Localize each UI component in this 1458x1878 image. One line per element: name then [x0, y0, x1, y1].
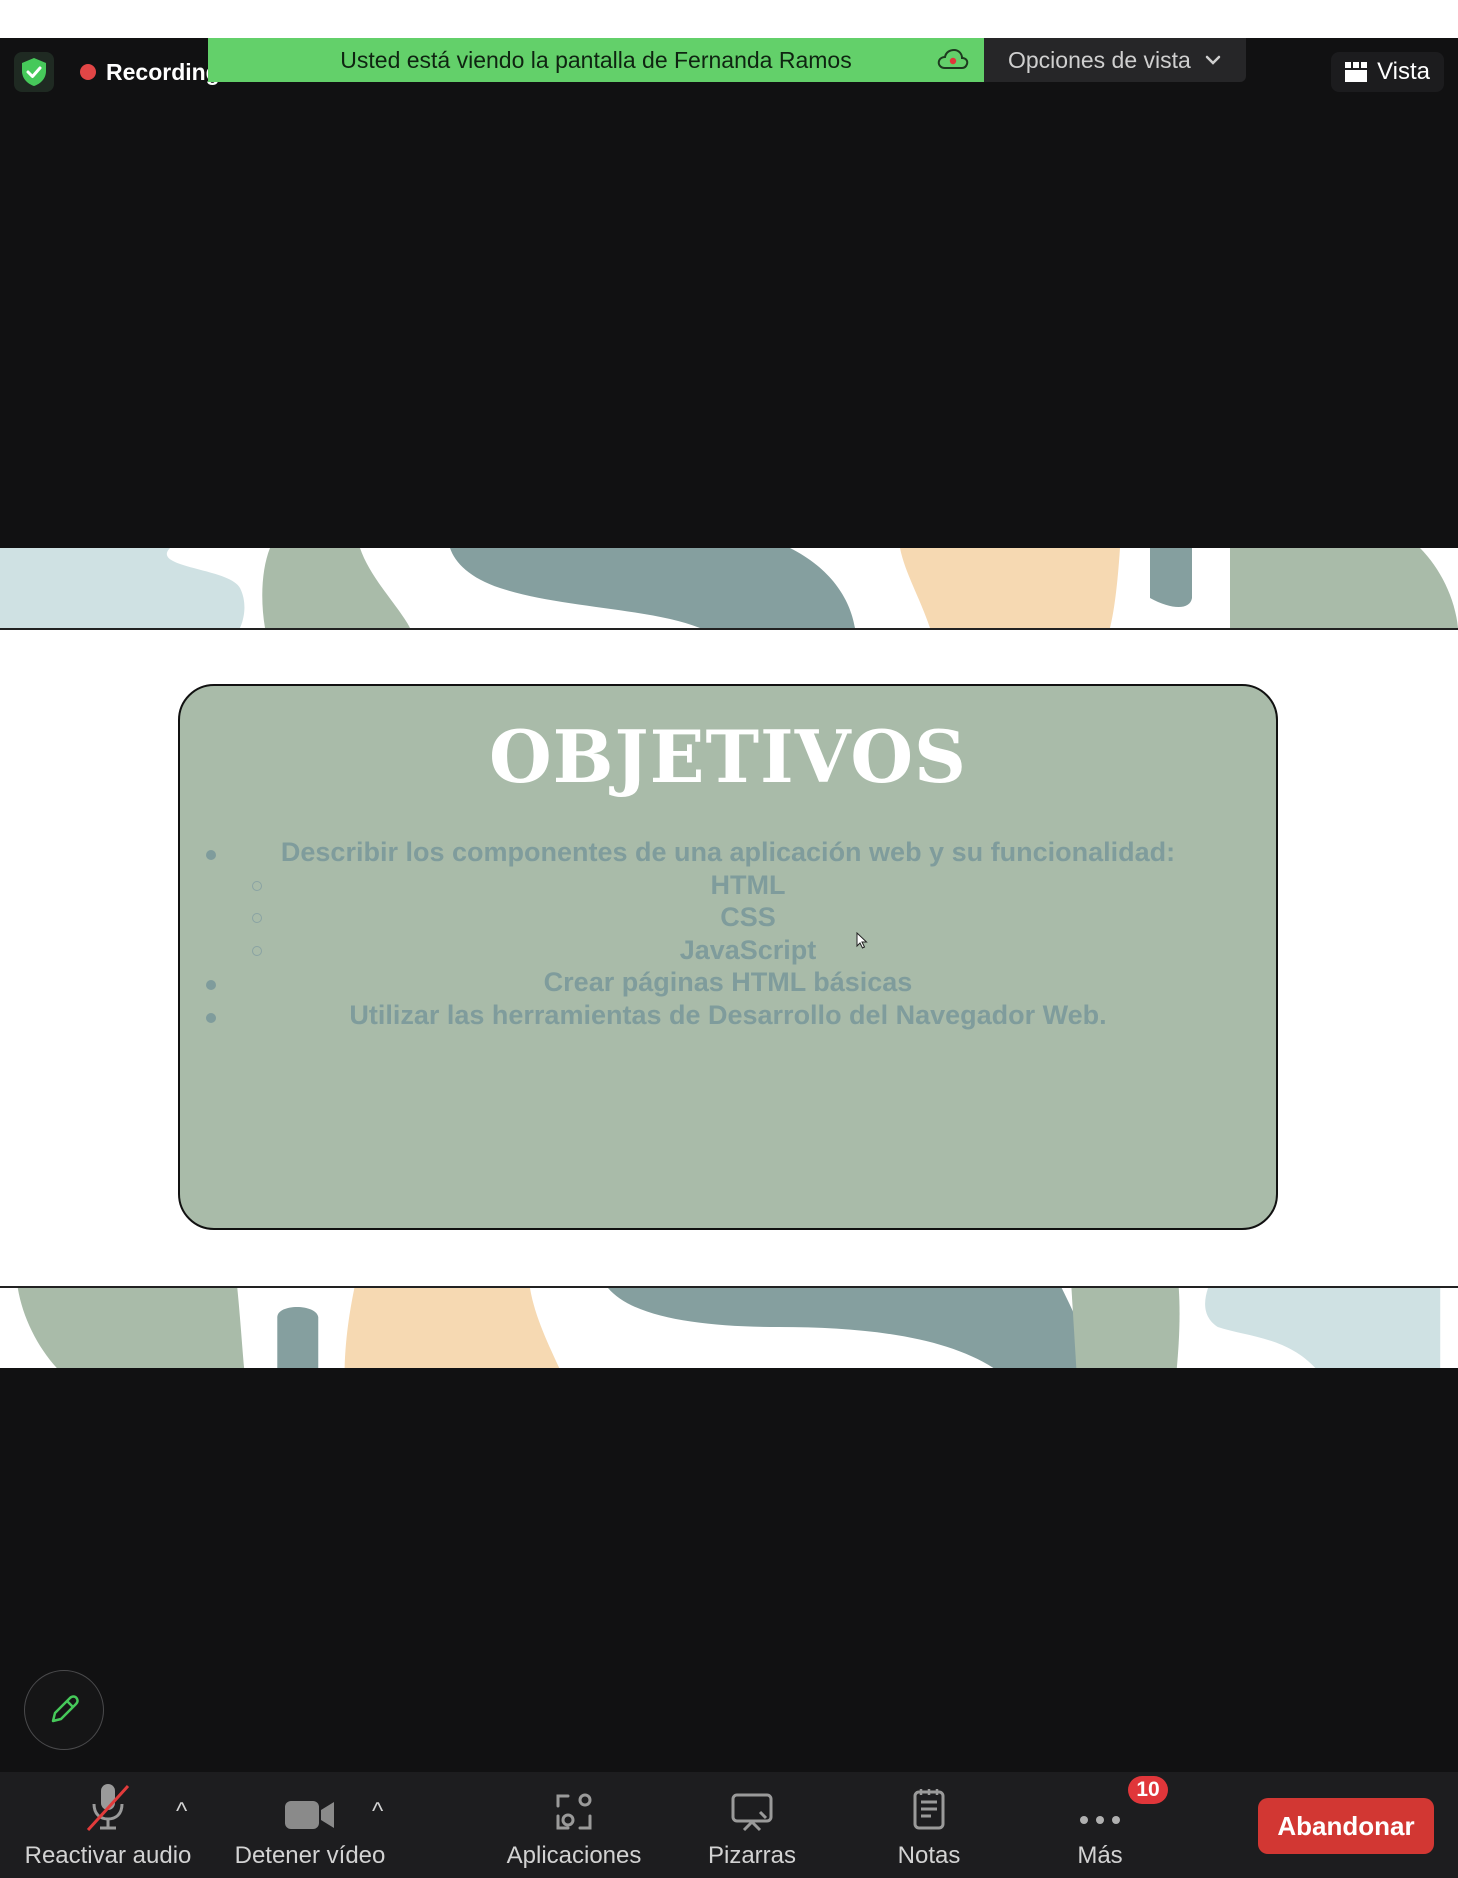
unmute-audio-button[interactable]: Reactivar audio: [18, 1772, 198, 1878]
list-item: Crear páginas HTML básicas: [180, 966, 1276, 999]
grid-icon: [1345, 62, 1368, 82]
annotate-button[interactable]: [24, 1670, 104, 1750]
list-item-text: Utilizar las herramientas de Desarrollo …: [349, 999, 1107, 1030]
shared-slide: OBJETIVOS Describir los componentes de u…: [0, 548, 1458, 1368]
view-options-dropdown[interactable]: Opciones de vista: [984, 38, 1246, 82]
slide-title: OBJETIVOS: [488, 714, 968, 799]
list-item: Utilizar las herramientas de Desarrollo …: [180, 999, 1276, 1032]
top-white-strip: [0, 0, 1458, 38]
sub-bullet-icon: [252, 913, 262, 923]
pencil-icon: [51, 1695, 79, 1723]
chevron-down-icon: [1205, 55, 1221, 65]
microphone-muted-icon: [86, 1784, 130, 1832]
screen-share-banner: Usted está viendo la pantalla de Fernand…: [208, 38, 984, 82]
more-notification-badge: 10: [1128, 1776, 1168, 1804]
security-shield-button[interactable]: [14, 52, 54, 92]
bullet-icon: [206, 980, 216, 990]
view-button-label: Vista: [1377, 58, 1430, 85]
record-dot-icon: [80, 64, 96, 80]
notes-button[interactable]: Notas: [874, 1772, 984, 1878]
list-item-text: Crear páginas HTML básicas: [543, 967, 913, 997]
list-item: Describir los componentes de una aplicac…: [180, 836, 1276, 869]
view-options-label: Opciones de vista: [1008, 46, 1191, 73]
decorative-band-bottom: [0, 1286, 1458, 1368]
objectives-list: Describir los componentes de una aplicac…: [180, 836, 1276, 1031]
objectives-card: OBJETIVOS Describir los componentes de u…: [178, 684, 1278, 1230]
video-camera-icon: [285, 1801, 334, 1829]
apps-label: Aplicaciones: [506, 1842, 642, 1869]
cloud-record-icon: [937, 48, 969, 69]
leave-meeting-button[interactable]: Abandonar: [1258, 1798, 1434, 1854]
view-button[interactable]: Vista: [1331, 52, 1444, 92]
apps-icon: [556, 1793, 592, 1830]
notes-label: Notas: [897, 1842, 961, 1869]
bullet-icon: [206, 850, 216, 860]
more-dots-icon: [1080, 1816, 1120, 1824]
list-item-text: JavaScript: [679, 934, 817, 965]
stop-video-button[interactable]: Detener vídeo: [226, 1772, 394, 1878]
cursor-icon: [856, 932, 868, 949]
audio-options-caret[interactable]: ^: [176, 1798, 187, 1826]
recording-indicator[interactable]: Recording: [80, 56, 220, 88]
meeting-toolbar: Reactivar audio ^ Detener vídeo ^ Aplica…: [0, 1772, 1458, 1878]
notes-icon: [913, 1789, 945, 1830]
apps-button[interactable]: Aplicaciones: [496, 1772, 652, 1878]
bullet-icon: [206, 1012, 216, 1023]
list-item-text: HTML: [710, 869, 786, 900]
video-label: Detener vídeo: [234, 1842, 386, 1869]
video-options-caret[interactable]: ^: [372, 1798, 383, 1826]
recording-label: Recording: [106, 58, 220, 85]
whiteboards-button[interactable]: Pizarras: [694, 1772, 810, 1878]
list-item-text: CSS: [720, 902, 776, 932]
decorative-band-top: [0, 548, 1458, 630]
sub-bullet-icon: [252, 880, 262, 891]
list-item-text: Describir los componentes de una aplicac…: [280, 837, 1176, 867]
whiteboards-label: Pizarras: [707, 1842, 797, 1869]
whiteboard-icon: [731, 1793, 773, 1832]
list-item: JavaScript: [180, 934, 1276, 967]
shield-icon: [22, 58, 46, 86]
share-banner-text: Usted está viendo la pantalla de Fernand…: [340, 46, 852, 73]
list-item: CSS: [180, 901, 1276, 934]
more-label: Más: [1077, 1842, 1123, 1869]
sub-bullet-icon: [252, 945, 262, 956]
list-item: HTML: [180, 869, 1276, 902]
audio-label: Reactivar audio: [24, 1842, 192, 1869]
